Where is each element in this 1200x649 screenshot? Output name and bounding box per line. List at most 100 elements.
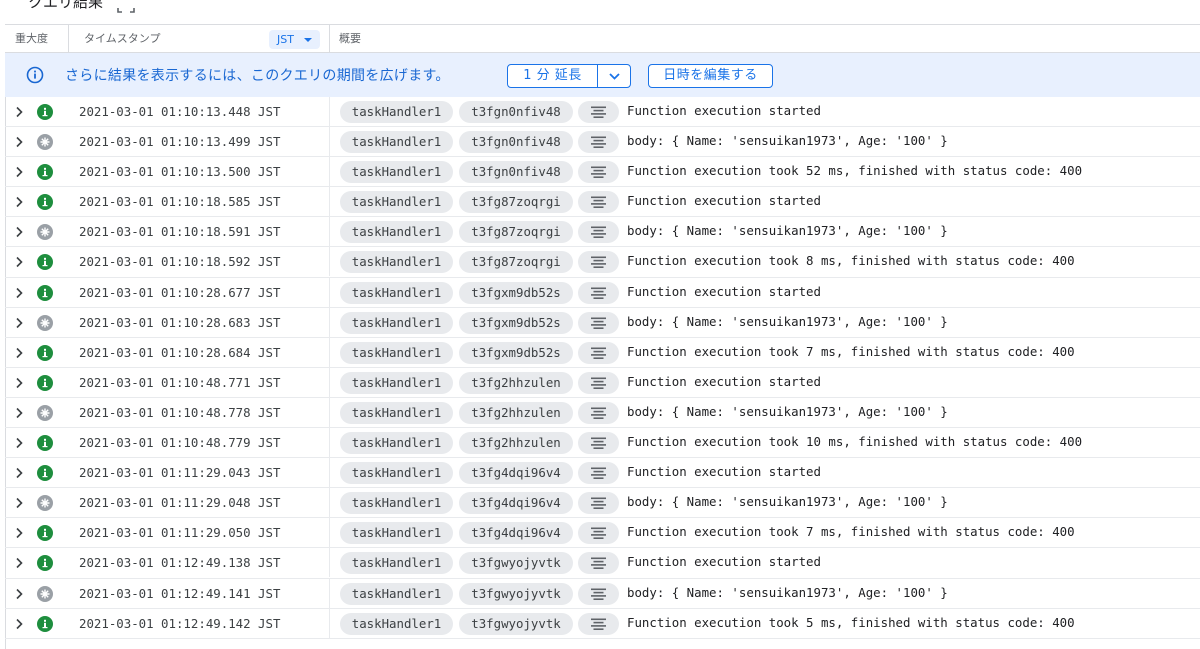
log-row[interactable]: 2021-03-01 01:10:28.683 JST taskHandler1… (5, 307, 1200, 338)
summary-fields-button[interactable] (578, 281, 619, 304)
function-name-chip[interactable]: taskHandler1 (340, 161, 453, 184)
execution-id-chip[interactable]: t3fg2hhzulen (459, 432, 573, 455)
function-name-chip[interactable]: taskHandler1 (340, 492, 453, 515)
execution-id-chip[interactable]: t3fgn0nfiv48 (459, 161, 573, 184)
execution-id-chip[interactable]: t3fgwyojyvtk (459, 552, 573, 575)
chevron-right-icon[interactable] (12, 225, 26, 239)
function-name-chip[interactable]: taskHandler1 (340, 401, 453, 424)
chevron-right-icon[interactable] (12, 466, 26, 480)
summary-fields-button[interactable] (578, 462, 619, 485)
chevron-right-icon[interactable] (12, 587, 26, 601)
execution-id-chip[interactable]: t3fg2hhzulen (459, 371, 573, 394)
execution-id-chip[interactable]: t3fg87zoqrgi (459, 221, 573, 244)
log-row[interactable]: 2021-03-01 01:10:48.778 JST taskHandler1… (5, 397, 1200, 429)
log-row[interactable]: 2021-03-01 01:12:49.138 JST taskHandler1… (5, 548, 1200, 579)
log-row[interactable]: 2021-03-01 01:11:29.048 JST taskHandler1… (5, 488, 1200, 519)
chevron-right-icon[interactable] (12, 165, 26, 179)
chevron-right-icon[interactable] (12, 406, 26, 420)
summary-fields-button[interactable] (578, 371, 619, 394)
summary-fields-button[interactable] (578, 191, 619, 214)
function-name-chip[interactable]: taskHandler1 (340, 251, 453, 274)
function-name-chip[interactable]: taskHandler1 (340, 432, 453, 455)
execution-id-chip[interactable]: t3fg4dqi96v4 (459, 522, 573, 545)
function-name-chip[interactable]: taskHandler1 (340, 281, 453, 304)
execution-id-chip[interactable]: t3fgwyojyvtk (459, 582, 573, 605)
log-row[interactable]: 2021-03-01 01:11:29.043 JST taskHandler1… (5, 458, 1200, 489)
extend-1-minute-button[interactable]: 1 分 延長 (508, 65, 597, 87)
function-name-chip[interactable]: taskHandler1 (340, 221, 453, 244)
execution-id-chip[interactable]: t3fg4dqi96v4 (459, 492, 573, 515)
function-name-chip[interactable]: taskHandler1 (340, 131, 453, 154)
summary-fields-button[interactable] (578, 101, 619, 123)
function-name-chip[interactable]: taskHandler1 (340, 311, 453, 334)
log-row[interactable]: 2021-03-01 01:12:49.142 JST taskHandler1… (5, 608, 1200, 639)
summary-fields-button[interactable] (578, 612, 619, 635)
summary-fields-button[interactable] (578, 251, 619, 274)
log-row[interactable]: 2021-03-01 01:12:49.141 JST taskHandler1… (5, 578, 1200, 609)
timezone-selector[interactable]: JST (269, 30, 320, 49)
chevron-right-icon[interactable] (12, 617, 26, 631)
summary-fields-button[interactable] (578, 341, 619, 364)
chevron-right-icon[interactable] (12, 105, 26, 119)
function-name-chip[interactable]: taskHandler1 (340, 552, 453, 575)
execution-id-chip[interactable]: t3fgxm9db52s (459, 311, 573, 334)
summary-fields-button[interactable] (578, 221, 619, 244)
function-name-chip[interactable]: taskHandler1 (340, 582, 453, 605)
chevron-right-icon[interactable] (12, 135, 26, 149)
summary-fields-button[interactable] (578, 582, 619, 605)
execution-id-chip[interactable]: t3fgn0nfiv48 (459, 131, 573, 154)
function-name-chip[interactable]: taskHandler1 (340, 371, 453, 394)
header-summary[interactable]: 概要 (339, 25, 361, 53)
summary-fields-button[interactable] (578, 311, 619, 334)
log-row[interactable]: 2021-03-01 01:10:13.500 JST taskHandler1… (5, 157, 1200, 188)
log-row[interactable]: 2021-03-01 01:10:13.448 JST taskHandler1… (5, 97, 1200, 128)
summary-fields-button[interactable] (578, 522, 619, 545)
execution-id-chip[interactable]: t3fgxm9db52s (459, 341, 573, 364)
header-timestamp[interactable]: タイムスタンプ (84, 25, 160, 53)
log-row[interactable]: 2021-03-01 01:11:29.050 JST taskHandler1… (5, 518, 1200, 549)
function-name-chip[interactable]: taskHandler1 (340, 191, 453, 214)
log-row[interactable]: 2021-03-01 01:10:28.684 JST taskHandler1… (5, 337, 1200, 368)
column-divider[interactable] (68, 25, 69, 53)
chevron-down-icon[interactable] (598, 65, 631, 87)
summary-fields-button[interactable] (578, 401, 619, 424)
chevron-right-icon[interactable] (12, 286, 26, 300)
execution-id-chip[interactable]: t3fg4dqi96v4 (459, 462, 573, 485)
log-row[interactable]: 2021-03-01 01:10:48.779 JST taskHandler1… (5, 428, 1200, 459)
log-row[interactable]: 2021-03-01 01:10:18.585 JST taskHandler1… (5, 187, 1200, 218)
execution-id-chip[interactable]: t3fg87zoqrgi (459, 191, 573, 214)
chevron-right-icon[interactable] (12, 526, 26, 540)
function-name-chip[interactable]: taskHandler1 (340, 341, 453, 364)
chevron-right-icon[interactable] (12, 346, 26, 360)
log-row[interactable]: 2021-03-01 01:10:18.592 JST taskHandler1… (5, 247, 1200, 278)
function-name-chip[interactable]: taskHandler1 (340, 462, 453, 485)
summary-fields-button[interactable] (578, 492, 619, 515)
function-name-chip[interactable]: taskHandler1 (340, 612, 453, 635)
chevron-right-icon[interactable] (12, 376, 26, 390)
execution-id-chip[interactable]: t3fgwyojyvtk (459, 612, 573, 635)
chevron-right-icon[interactable] (12, 195, 26, 209)
chevron-right-icon[interactable] (12, 556, 26, 570)
execution-id-chip[interactable]: t3fgn0nfiv48 (459, 101, 573, 123)
log-row[interactable]: 2021-03-01 01:10:28.677 JST taskHandler1… (5, 277, 1200, 308)
summary-fields-button[interactable] (578, 432, 619, 455)
log-row[interactable]: 2021-03-01 01:10:13.499 JST taskHandler1… (5, 127, 1200, 158)
summary-fields-button[interactable] (578, 161, 619, 184)
chevron-right-icon[interactable] (12, 316, 26, 330)
chevron-right-icon[interactable] (12, 436, 26, 450)
execution-id-chip[interactable]: t3fgxm9db52s (459, 281, 573, 304)
log-row[interactable]: 2021-03-01 01:10:48.771 JST taskHandler1… (5, 367, 1200, 398)
chevron-right-icon[interactable] (12, 255, 26, 269)
column-divider[interactable] (329, 25, 330, 53)
function-name-chip[interactable]: taskHandler1 (340, 101, 453, 123)
execution-id-chip[interactable]: t3fg2hhzulen (459, 401, 573, 424)
function-name-chip[interactable]: taskHandler1 (340, 522, 453, 545)
log-row[interactable]: 2021-03-01 01:10:18.591 JST taskHandler1… (5, 217, 1200, 248)
header-severity[interactable]: 重大度 (15, 25, 48, 53)
execution-id-chip[interactable]: t3fg87zoqrgi (459, 251, 573, 274)
summary-fields-button[interactable] (578, 552, 619, 575)
edit-datetime-button[interactable]: 日時を編集する (648, 64, 773, 88)
summary-fields-button[interactable] (578, 131, 619, 154)
fullscreen-icon[interactable] (117, 1, 135, 13)
chevron-right-icon[interactable] (12, 496, 26, 510)
